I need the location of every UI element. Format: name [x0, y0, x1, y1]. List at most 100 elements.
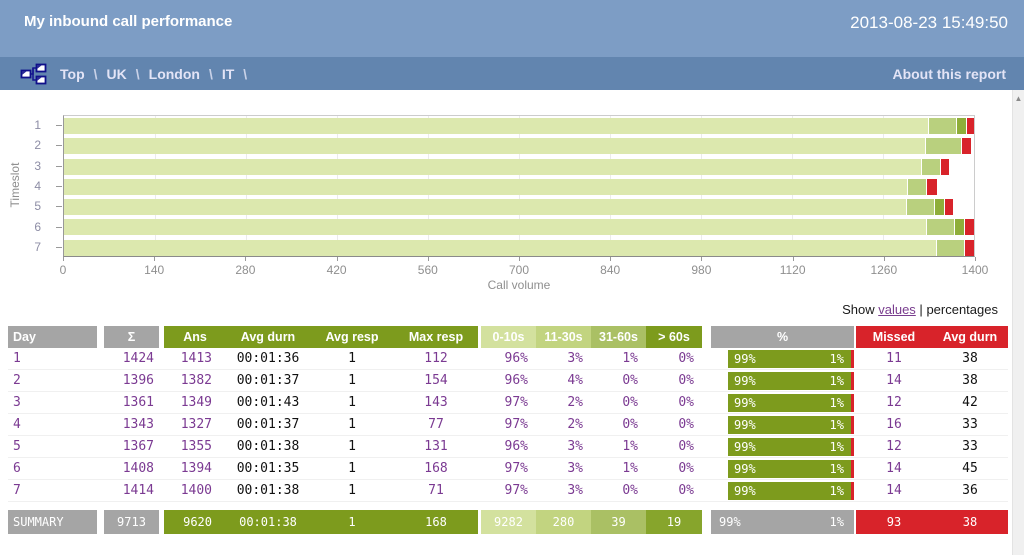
chart-bar-row: [64, 136, 974, 156]
cell-11-30s[interactable]: 2%: [536, 392, 591, 414]
cell-sum[interactable]: 1408: [104, 458, 159, 480]
y-tick-mark: [56, 247, 62, 248]
answered-missed-ratio-bar: 99% 1%: [728, 482, 854, 500]
show-values-link[interactable]: values: [878, 302, 916, 317]
cell-ans[interactable]: 1355: [164, 436, 226, 458]
about-this-report-link[interactable]: About this report: [892, 66, 1006, 82]
cell-0-10s[interactable]: 97%: [481, 414, 536, 436]
cell-sum[interactable]: 1343: [104, 414, 159, 436]
bar-segment-0-10s: [64, 239, 937, 256]
summary-row: SUMMARY 9713 9620 00:01:38 1 168 9282 28…: [8, 510, 1008, 534]
cell-ans[interactable]: 1327: [164, 414, 226, 436]
cell-max-resp[interactable]: 71: [394, 480, 478, 502]
cell-0-10s[interactable]: 96%: [481, 436, 536, 458]
cell-max-resp[interactable]: 77: [394, 414, 478, 436]
cell-missed[interactable]: 12: [856, 436, 932, 458]
chart-bar-row: [64, 116, 974, 136]
bar-segment-0-10s: [64, 138, 925, 155]
cell-0-10s[interactable]: 97%: [481, 480, 536, 502]
cell-avg-resp: 1: [348, 461, 356, 476]
cell-max-resp[interactable]: 154: [394, 370, 478, 392]
cell-day[interactable]: 2: [8, 370, 97, 392]
answered-missed-ratio-bar: 99% 1%: [728, 438, 854, 456]
y-tick-mark: [56, 206, 62, 207]
cell-ans[interactable]: 1382: [164, 370, 226, 392]
cell-sum[interactable]: 1414: [104, 480, 159, 502]
cell-ans[interactable]: 1400: [164, 480, 226, 502]
cell-ans[interactable]: 1349: [164, 392, 226, 414]
cell-ans[interactable]: 1413: [164, 348, 226, 370]
cell-sum[interactable]: 1367: [104, 436, 159, 458]
cell-sum[interactable]: 1361: [104, 392, 159, 414]
cell-31-60s[interactable]: 0%: [591, 414, 646, 436]
cell-missed[interactable]: 16: [856, 414, 932, 436]
x-tick-mark: [975, 257, 976, 261]
cell-missed-avg-durn: 45: [962, 461, 978, 476]
cell-31-60s[interactable]: 1%: [591, 458, 646, 480]
cell-sum[interactable]: 1424: [104, 348, 159, 370]
pct-answered-value: 99%: [734, 484, 756, 498]
cell-0-10s[interactable]: 96%: [481, 370, 536, 392]
cell-11-30s[interactable]: 3%: [536, 348, 591, 370]
cell-pct: 99% 1%: [711, 436, 854, 458]
cell-day[interactable]: 4: [8, 414, 97, 436]
scrollbar[interactable]: ▲: [1012, 90, 1024, 555]
breadcrumb-item-it[interactable]: IT: [222, 66, 234, 82]
cell-day[interactable]: 5: [8, 436, 97, 458]
cell-day[interactable]: 6: [8, 458, 97, 480]
cell-missed[interactable]: 14: [856, 480, 932, 502]
cell-11-30s[interactable]: 3%: [536, 480, 591, 502]
cell-max-resp[interactable]: 112: [394, 348, 478, 370]
cell-gt60s[interactable]: 0%: [646, 370, 702, 392]
cell-gt60s[interactable]: 0%: [646, 392, 702, 414]
cell-gt60s[interactable]: 0%: [646, 458, 702, 480]
chart-bar-timeslot-2: [64, 138, 972, 155]
pct-missed-value: 1%: [829, 440, 844, 454]
cell-11-30s[interactable]: 3%: [536, 436, 591, 458]
cell-max-resp[interactable]: 143: [394, 392, 478, 414]
breadcrumb-item-top[interactable]: Top: [60, 66, 85, 82]
chart-bar-row: [64, 197, 974, 217]
cell-gt60s[interactable]: 0%: [646, 414, 702, 436]
cell-31-60s[interactable]: 0%: [591, 480, 646, 502]
cell-11-30s[interactable]: 2%: [536, 414, 591, 436]
cell-gt60s[interactable]: 0%: [646, 348, 702, 370]
cell-gt60s[interactable]: 0%: [646, 480, 702, 502]
breadcrumb-item-uk[interactable]: UK: [107, 66, 127, 82]
cell-day[interactable]: 1: [8, 348, 97, 370]
breadcrumb-item-london[interactable]: London: [149, 66, 200, 82]
sitemap-icon: [20, 63, 47, 84]
breadcrumb-separator: \: [135, 65, 140, 82]
cell-max-resp[interactable]: 168: [394, 458, 478, 480]
cell-missed[interactable]: 12: [856, 392, 932, 414]
cell-day[interactable]: 7: [8, 480, 97, 502]
cell-gt60s[interactable]: 0%: [646, 436, 702, 458]
scroll-up-button[interactable]: ▲: [1013, 90, 1024, 106]
answered-missed-ratio-bar: 99% 1%: [728, 350, 854, 368]
bar-segment-11-30s: [921, 158, 940, 175]
cell-0-10s[interactable]: 97%: [481, 458, 536, 480]
cell-11-30s[interactable]: 4%: [536, 370, 591, 392]
cell-missed[interactable]: 14: [856, 458, 932, 480]
breadcrumb-separator: \: [93, 65, 98, 82]
pct-answered-value: 99%: [734, 462, 756, 476]
cell-pct: 99% 1%: [711, 392, 854, 414]
page-title: My inbound call performance: [24, 13, 233, 30]
col-header-31-60s: 31-60s: [591, 326, 646, 348]
cell-sum[interactable]: 1396: [104, 370, 159, 392]
cell-missed[interactable]: 11: [856, 348, 932, 370]
y-tick-mark: [56, 166, 62, 167]
cell-11-30s[interactable]: 3%: [536, 458, 591, 480]
cell-max-resp[interactable]: 131: [394, 436, 478, 458]
cell-0-10s[interactable]: 96%: [481, 348, 536, 370]
cell-31-60s[interactable]: 0%: [591, 370, 646, 392]
cell-day[interactable]: 3: [8, 392, 97, 414]
cell-31-60s[interactable]: 1%: [591, 348, 646, 370]
cell-31-60s[interactable]: 1%: [591, 436, 646, 458]
cell-missed[interactable]: 14: [856, 370, 932, 392]
cell-31-60s[interactable]: 0%: [591, 392, 646, 414]
cell-summary-gt60s: 19: [646, 510, 702, 534]
table-row: 1 1424 1413 00:01:36 1 112 96% 3% 1% 0% 99% 1% 11 38: [8, 348, 1008, 370]
cell-ans[interactable]: 1394: [164, 458, 226, 480]
cell-0-10s[interactable]: 97%: [481, 392, 536, 414]
